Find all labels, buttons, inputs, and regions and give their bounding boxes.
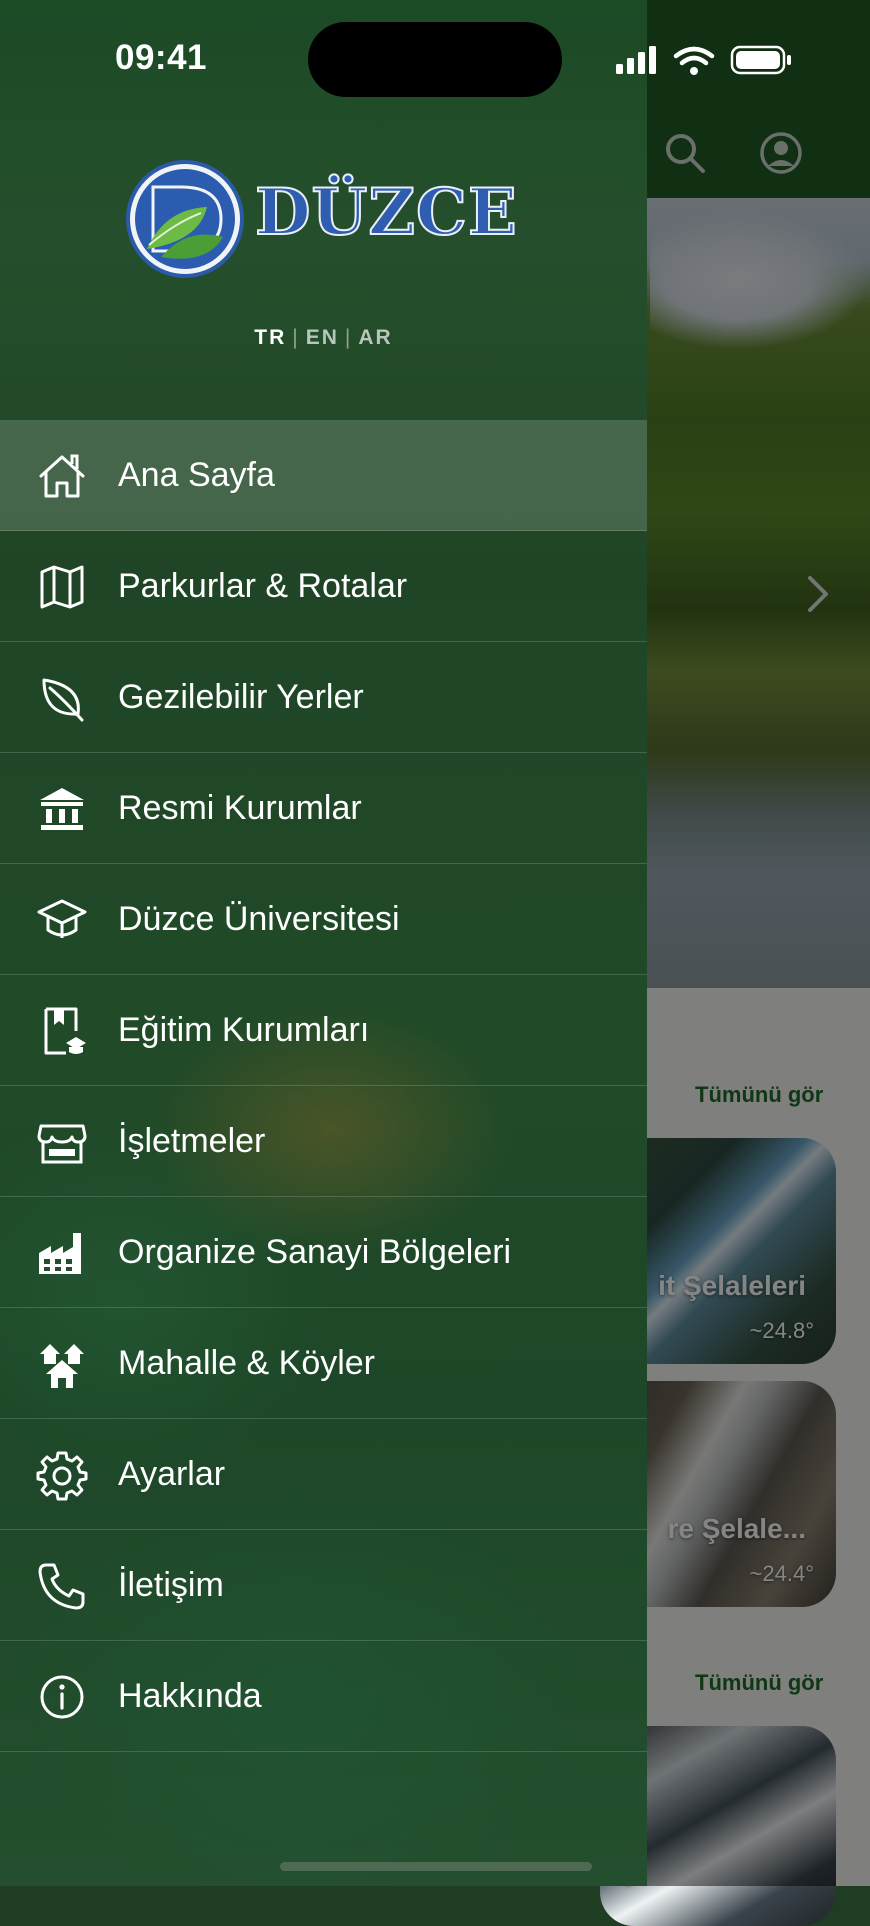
- menu-item-label: Düzce Üniversitesi: [118, 900, 400, 938]
- map-icon: [40, 565, 84, 609]
- status-bar: 09:41: [0, 0, 870, 110]
- menu-item-label: İşletmeler: [118, 1122, 266, 1160]
- graduation-cap-icon: [37, 899, 87, 938]
- status-icons: [616, 45, 791, 75]
- village-icon: [40, 1344, 84, 1388]
- gear-icon: [36, 1451, 88, 1501]
- menu-item-egitim-kurumlari[interactable]: Eğitim Kurumları: [0, 975, 647, 1086]
- storefront-icon: [37, 1124, 87, 1164]
- language-separator: |: [344, 326, 353, 349]
- menu-item-resmi-kurumlar[interactable]: Resmi Kurumlar: [0, 753, 647, 864]
- status-time: 09:41: [115, 38, 208, 77]
- menu-item-label: Mahalle & Köyler: [118, 1344, 376, 1382]
- menu-item-label: Gezilebilir Yerler: [118, 678, 364, 716]
- logo-text: DÜZCE: [254, 174, 518, 251]
- drawer-menu: Ana Sayfa Parkurlar & Rotalar Gezilebili…: [0, 420, 647, 1752]
- menu-item-label: Resmi Kurumlar: [118, 789, 362, 827]
- menu-item-label: Eğitim Kurumları: [118, 1011, 370, 1049]
- home-indicator: [280, 1862, 592, 1871]
- menu-item-parkurlar-rotalar[interactable]: Parkurlar & Rotalar: [0, 531, 647, 642]
- menu-item-isletmeler[interactable]: İşletmeler: [0, 1086, 647, 1197]
- wifi-icon: [673, 46, 715, 75]
- duzce-logo: DÜZCE: [125, 157, 525, 281]
- side-drawer: DÜZCE TR | EN | AR Ana Sayfa Parkurlar & Rot…: [0, 0, 647, 1886]
- info-icon: [40, 1675, 84, 1719]
- language-option-tr[interactable]: TR: [254, 326, 286, 349]
- menu-item-hakkinda[interactable]: Hakkında: [0, 1641, 647, 1752]
- menu-item-duzce-universitesi[interactable]: Düzce Üniversitesi: [0, 864, 647, 975]
- language-selector: TR | EN | AR: [0, 326, 647, 350]
- menu-item-ayarlar[interactable]: Ayarlar: [0, 1419, 647, 1530]
- menu-item-label: Parkurlar & Rotalar: [118, 567, 408, 605]
- menu-item-organize-sanayi-bolgeleri[interactable]: Organize Sanayi Bölgeleri: [0, 1197, 647, 1308]
- home-icon: [39, 454, 85, 498]
- battery-icon: [730, 45, 791, 75]
- language-option-en[interactable]: EN: [306, 326, 339, 349]
- menu-item-ana-sayfa[interactable]: Ana Sayfa: [0, 420, 647, 531]
- cellular-signal-icon: [616, 46, 656, 74]
- institution-icon: [40, 788, 84, 830]
- language-option-ar[interactable]: AR: [358, 326, 392, 349]
- dynamic-island: [308, 22, 562, 97]
- leaf-icon: [42, 678, 84, 722]
- menu-item-gezilebilir-yerler[interactable]: Gezilebilir Yerler: [0, 642, 647, 753]
- logo-emblem-icon: [126, 160, 244, 278]
- menu-item-label: Organize Sanayi Bölgeleri: [118, 1233, 512, 1271]
- education-book-icon: [44, 1007, 86, 1055]
- menu-item-iletisim[interactable]: İletişim: [0, 1530, 647, 1641]
- phone-icon: [38, 1563, 85, 1610]
- factory-icon: [39, 1233, 81, 1274]
- menu-item-label: Ana Sayfa: [118, 456, 275, 494]
- menu-item-mahalle-koyler[interactable]: Mahalle & Köyler: [0, 1308, 647, 1419]
- menu-item-label: Ayarlar: [118, 1455, 226, 1493]
- menu-item-label: İletişim: [118, 1566, 224, 1604]
- menu-item-label: Hakkında: [118, 1677, 262, 1715]
- language-separator: |: [292, 326, 300, 349]
